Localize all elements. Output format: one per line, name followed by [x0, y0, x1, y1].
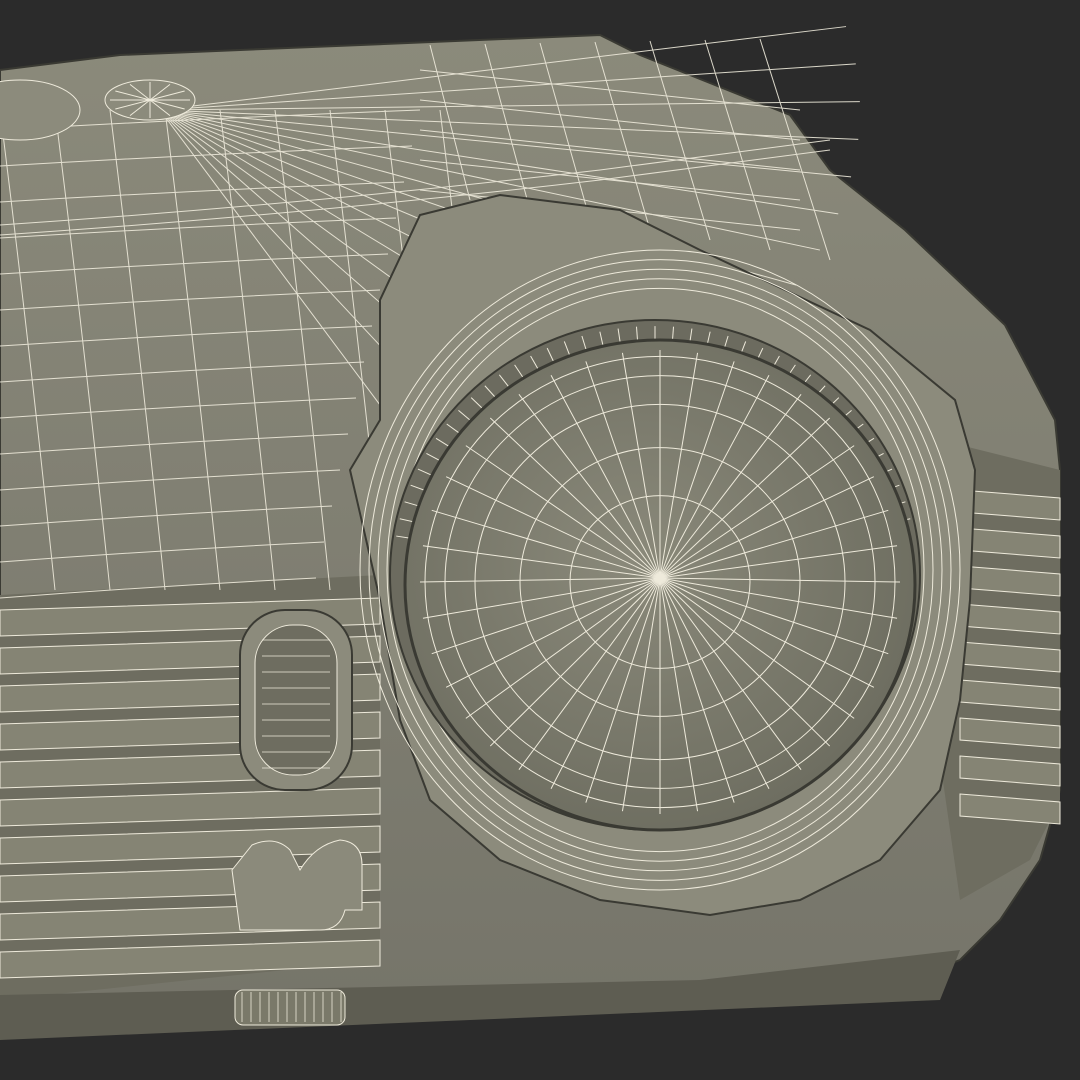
projector-wireframe	[0, 0, 1080, 1080]
lens-center	[658, 576, 662, 580]
projector-render	[0, 0, 1080, 1080]
adjustable-foot	[234, 989, 346, 1026]
ir-sensor-window	[254, 624, 338, 776]
